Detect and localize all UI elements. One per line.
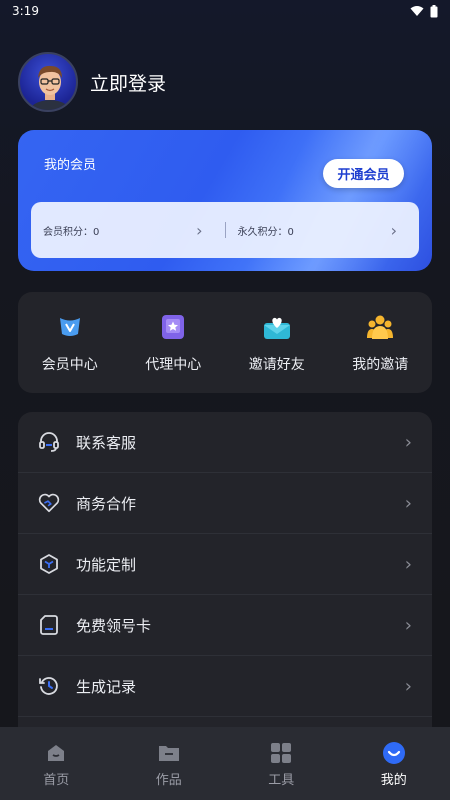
status-icons <box>410 4 438 18</box>
quick-item-vip-center[interactable]: 会员中心 <box>18 312 122 374</box>
quick-item-invite-friends[interactable]: 邀请好友 <box>225 312 329 374</box>
quick-item-my-invites[interactable]: 我的邀请 <box>329 312 433 374</box>
quick-label: 会员中心 <box>41 356 98 373</box>
vip-card: 我的会员 开通会员 会员积分：0 › 永久积分：0 › <box>18 130 432 271</box>
chevron-right-icon: › <box>404 614 412 636</box>
points-panel: 会员积分：0 › 永久积分：0 › <box>31 202 419 258</box>
wifi-icon <box>410 6 424 16</box>
menu-label: 免费领号卡 <box>76 616 152 635</box>
tab-label: 我的 <box>380 773 407 788</box>
folder-icon <box>157 741 181 765</box>
menu-item-generation-history[interactable]: 生成记录 › <box>18 656 432 717</box>
quick-actions-card: 会员中心 代理中心 邀请好友 我的邀请 <box>18 292 432 393</box>
tab-label: 首页 <box>43 773 70 788</box>
status-time: 3:19 <box>12 4 39 18</box>
quick-label: 邀请好友 <box>248 356 305 373</box>
menu-label: 联系客服 <box>76 433 137 452</box>
chevron-right-icon: › <box>404 431 412 453</box>
menu-label: 功能定制 <box>76 555 137 574</box>
bottom-tab-bar: 首页 作品 工具 我的 <box>0 727 450 800</box>
menu-item-business-cooperation[interactable]: 商务合作 › <box>18 473 432 534</box>
battery-icon <box>430 4 438 17</box>
quick-label: 我的邀请 <box>352 356 409 373</box>
chevron-right-icon: › <box>404 492 412 514</box>
my-invites-icon <box>365 312 395 342</box>
home-icon <box>44 741 68 765</box>
headset-icon <box>38 431 60 453</box>
history-icon <box>38 675 60 697</box>
menu-label: 商务合作 <box>76 494 137 513</box>
profile-icon <box>382 741 406 765</box>
grid-icon <box>269 741 293 765</box>
open-vip-button[interactable]: 开通会员 <box>323 159 404 188</box>
avatar[interactable] <box>18 52 78 112</box>
tab-mine[interactable]: 我的 <box>338 727 450 800</box>
menu-list: 联系客服 › 商务合作 › 功能定制 › 免费领号卡 › 生成记录 › <box>18 412 432 742</box>
permanent-points-item[interactable]: 永久积分：0 › <box>226 221 420 240</box>
chevron-right-icon: › <box>196 220 203 240</box>
vip-center-icon <box>55 312 85 342</box>
login-link[interactable]: 立即登录 <box>90 69 166 96</box>
tab-tools[interactable]: 工具 <box>225 727 338 800</box>
handshake-heart-icon <box>38 492 60 514</box>
tab-works[interactable]: 作品 <box>113 727 226 800</box>
permanent-points-label: 永久积分：0 <box>237 226 294 238</box>
quick-label: 代理中心 <box>145 356 202 373</box>
quick-item-agent-center[interactable]: 代理中心 <box>122 312 226 374</box>
tab-label: 工具 <box>268 773 295 788</box>
menu-item-customer-service[interactable]: 联系客服 › <box>18 412 432 473</box>
chevron-right-icon: › <box>390 220 397 240</box>
chevron-right-icon: › <box>404 553 412 575</box>
menu-label: 生成记录 <box>76 677 137 696</box>
agent-center-icon <box>158 312 188 342</box>
status-bar: 3:19 <box>0 0 450 22</box>
chevron-right-icon: › <box>404 675 412 697</box>
menu-item-free-sim-card[interactable]: 免费领号卡 › <box>18 595 432 656</box>
member-points-label: 会员积分：0 <box>43 226 100 238</box>
invite-friends-icon <box>262 312 292 342</box>
menu-item-feature-customization[interactable]: 功能定制 › <box>18 534 432 595</box>
sim-card-icon <box>38 614 60 636</box>
vip-card-title: 我的会员 <box>44 158 97 173</box>
avatar-illustration-icon <box>28 65 72 110</box>
cube-icon <box>38 553 60 575</box>
tab-label: 作品 <box>155 773 182 788</box>
tab-home[interactable]: 首页 <box>0 727 113 800</box>
member-points-item[interactable]: 会员积分：0 › <box>31 221 225 240</box>
profile-header[interactable]: 立即登录 <box>18 52 166 112</box>
